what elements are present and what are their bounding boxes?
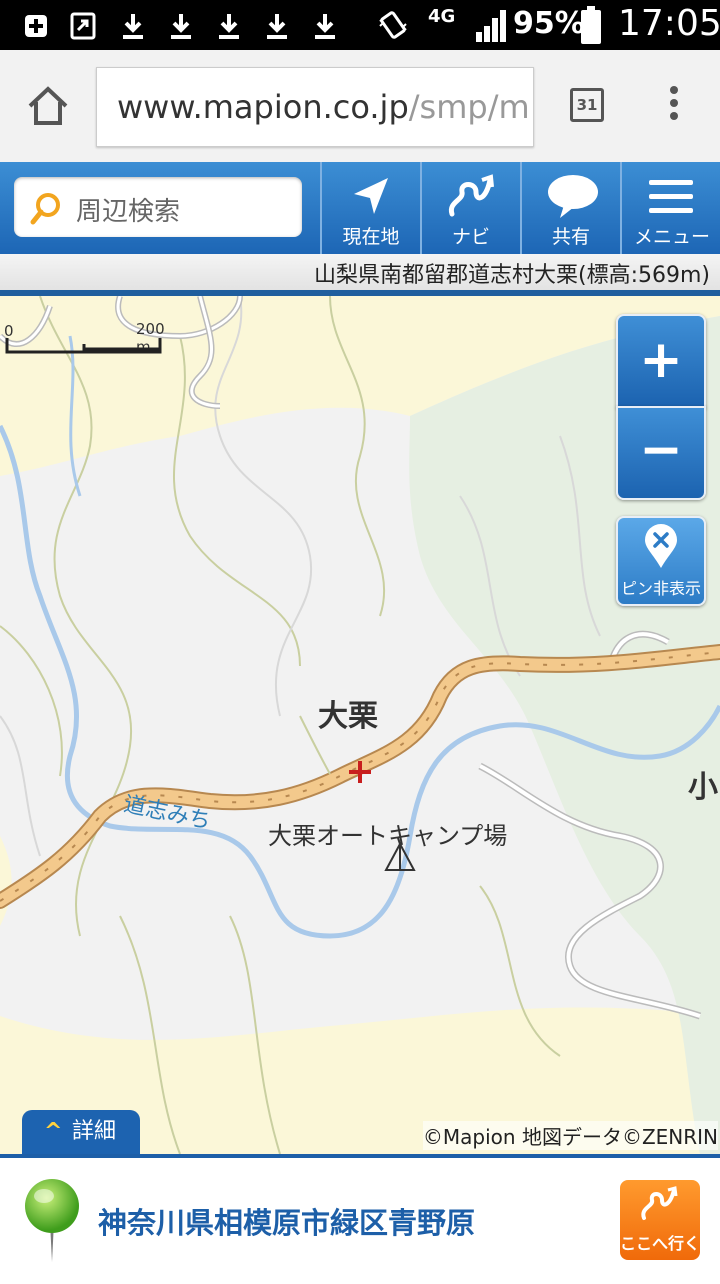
download-icon [123, 14, 143, 39]
url-bar[interactable]: www.mapion.co.jp/smp/m [96, 67, 534, 147]
map-copyright: ©Mapion 地図データ©ZENRIN [422, 1121, 718, 1150]
more-vert-icon[interactable] [664, 86, 684, 126]
scale-ruler [5, 338, 162, 354]
download-icon [267, 14, 287, 39]
map-label-campsite[interactable]: 大栗オートキャンプ場 [268, 816, 507, 851]
hamburger-icon [649, 180, 693, 213]
signal-icon [476, 10, 506, 42]
hide-pin-label: ピン非表示 [620, 579, 701, 598]
chevron-up-icon: ^ [44, 1119, 63, 1144]
speech-bubble-icon [548, 175, 598, 218]
current-location-label: 現在地 [342, 226, 400, 248]
network-type: 4G [428, 6, 456, 27]
url-host: www.mapion.co.jp [117, 88, 409, 126]
download-icon [315, 14, 335, 39]
map-label-town: 大栗 [318, 699, 378, 734]
scale-bar: 0 200 m [4, 320, 165, 356]
route-icon [641, 1186, 678, 1220]
destination-place: 神奈川県相模原市緑区青野原 [98, 1206, 476, 1240]
url-path: /smp/m [408, 88, 530, 126]
map-view[interactable]: 0 200 m 大栗 道志みち 大栗オートキャンプ場 小 + − ピン非表示 ^… [0, 296, 720, 1154]
browser-toolbar: www.mapion.co.jp/smp/m 31 [0, 50, 720, 163]
share-icon [70, 12, 96, 40]
nearby-search-button[interactable]: 周辺検索 [14, 177, 302, 237]
plus-icon [25, 15, 47, 37]
current-address-bar: 山梨県南都留郡道志村大栗(標高:569m) [0, 254, 720, 296]
destination-bar: 神奈川県相模原市緑区青野原 ここへ行く [0, 1154, 720, 1284]
menu-button[interactable]: メニュー [620, 162, 720, 254]
download-icon [219, 14, 239, 39]
clock: 17:05 [618, 3, 720, 44]
zoom-in-button[interactable]: + [616, 314, 706, 408]
url-text: www.mapion.co.jp/smp/m [117, 88, 530, 126]
download-icon [171, 14, 191, 39]
current-location-button[interactable]: 現在地 [320, 162, 420, 254]
search-icon [30, 193, 60, 225]
share-label: 共有 [551, 226, 590, 248]
hide-pin-button[interactable]: ピン非表示 [616, 516, 706, 606]
current-address: 山梨県南都留郡道志村大栗(標高:569m) [313, 263, 710, 288]
pin-off-icon [645, 524, 677, 568]
location-pin-icon [25, 1179, 79, 1262]
route-icon [448, 174, 494, 217]
map-toolbar: 周辺検索 現在地 ナビ 共有 メニュー [0, 162, 720, 254]
home-icon[interactable] [26, 84, 70, 128]
battery-percent: 95% [513, 6, 585, 41]
menu-label: メニュー [633, 226, 710, 248]
details-tab[interactable]: ^ 詳細 [22, 1110, 140, 1154]
vibrate-icon [379, 11, 407, 39]
navi-label: ナビ [451, 226, 490, 248]
details-label: 詳細 [72, 1119, 117, 1144]
nearby-search-label: 周辺検索 [76, 197, 181, 227]
tab-switcher-button[interactable]: 31 [570, 88, 604, 122]
go-here-label: ここへ行く [620, 1234, 701, 1253]
location-arrow-icon [354, 178, 388, 214]
share-button[interactable]: 共有 [520, 162, 620, 254]
navi-button[interactable]: ナビ [420, 162, 520, 254]
go-here-button[interactable]: ここへ行く [620, 1180, 700, 1260]
zoom-out-button[interactable]: − [616, 406, 706, 500]
status-bar: 4G 95% 17:05 [0, 0, 720, 50]
battery-icon [581, 6, 601, 44]
map-label-edge: 小 [688, 770, 718, 805]
